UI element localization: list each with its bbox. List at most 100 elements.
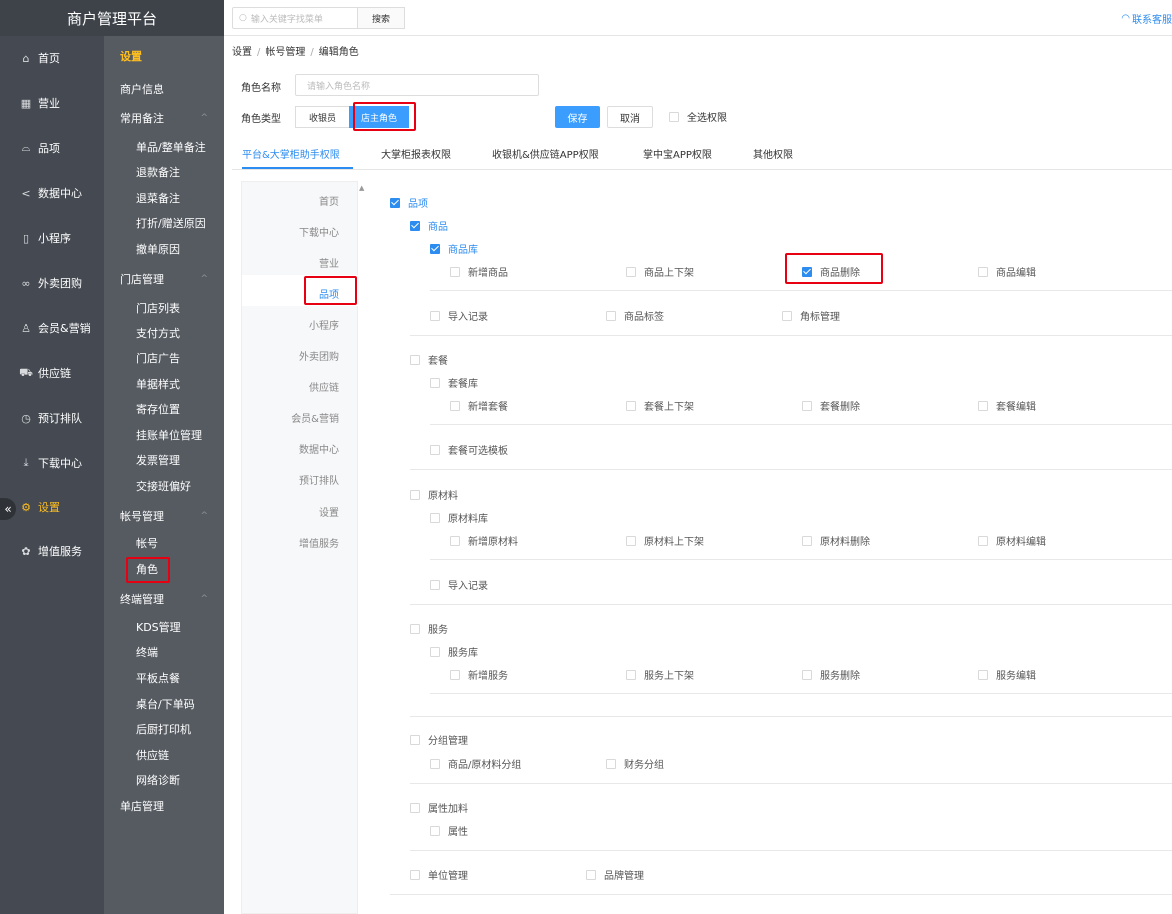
permission-checkbox[interactable]: 财务分组: [606, 756, 664, 771]
tab-other[interactable]: 其他权限: [753, 146, 793, 161]
permission-checkbox[interactable]: 新增原材料: [450, 533, 518, 548]
rail-item-2[interactable]: ⌓ 品项: [0, 138, 104, 158]
permission-checkbox[interactable]: 服务编辑: [978, 667, 1036, 682]
submenu-item-4[interactable]: 退菜备注: [104, 188, 224, 208]
submenu-item-26[interactable]: 网络诊断: [104, 770, 224, 790]
submenu-item-14[interactable]: 发票管理: [104, 450, 224, 470]
permission-checkbox[interactable]: 单位管理: [410, 867, 468, 882]
permission-checkbox[interactable]: 服务上下架: [626, 667, 694, 682]
rail-item-3[interactable]: < 数据中心: [0, 183, 104, 203]
select-all-permissions[interactable]: 全选权限: [669, 109, 727, 124]
category-item-2[interactable]: 营业: [319, 255, 339, 270]
save-button[interactable]: 保存: [555, 106, 600, 128]
permission-checkbox[interactable]: 套餐删除: [802, 398, 860, 413]
tab-pos-app[interactable]: 收银机&供应链APP权限: [492, 146, 599, 161]
permission-checkbox[interactable]: 套餐可选模板: [430, 442, 508, 457]
category-item-1[interactable]: 下载中心: [299, 224, 339, 239]
submenu-item-22[interactable]: 平板点餐: [104, 668, 224, 688]
permission-checkbox[interactable]: 品牌管理: [586, 867, 644, 882]
submenu-item-1[interactable]: 常用备注 ^: [104, 108, 224, 128]
submenu-item-0[interactable]: 商户信息: [104, 79, 224, 99]
permission-checkbox[interactable]: 服务: [410, 621, 448, 636]
submenu-item-17[interactable]: 帐号: [104, 533, 224, 553]
permission-checkbox[interactable]: 原材料上下架: [626, 533, 704, 548]
permission-checkbox[interactable]: 原材料编辑: [978, 533, 1046, 548]
permission-checkbox[interactable]: 属性: [430, 823, 468, 838]
scroll-up-icon[interactable]: ▲: [359, 184, 364, 192]
rail-item-7[interactable]: ⛟ 供应链: [0, 363, 104, 383]
permission-checkbox[interactable]: 商品库: [430, 241, 478, 256]
breadcrumb-account[interactable]: 帐号管理: [265, 47, 305, 58]
menu-search-input[interactable]: ○ 输入关键字找菜单: [232, 7, 358, 29]
category-item-10[interactable]: 设置: [319, 504, 339, 519]
permission-checkbox[interactable]: 套餐编辑: [978, 398, 1036, 413]
rail-item-5[interactable]: ∞ 外卖团购: [0, 273, 104, 293]
category-item-0[interactable]: 首页: [319, 193, 339, 208]
submenu-item-8[interactable]: 门店列表: [104, 298, 224, 318]
rail-item-8[interactable]: ◷ 预订排队: [0, 408, 104, 428]
permission-checkbox[interactable]: 商品/原材料分组: [430, 756, 521, 771]
cancel-button[interactable]: 取消: [607, 106, 653, 128]
submenu-item-16[interactable]: 帐号管理 ^: [104, 506, 224, 526]
submenu-item-20[interactable]: KDS管理: [104, 617, 224, 637]
permission-checkbox[interactable]: 套餐库: [430, 375, 478, 390]
submenu-item-27[interactable]: 单店管理: [104, 796, 224, 816]
submenu-item-24[interactable]: 后厨打印机: [104, 719, 224, 739]
submenu-item-7[interactable]: 门店管理 ^: [104, 269, 224, 289]
category-item-8[interactable]: 数据中心: [299, 441, 339, 456]
permission-checkbox[interactable]: 导入记录: [430, 308, 488, 323]
submenu-item-6[interactable]: 撤单原因: [104, 239, 224, 259]
role-name-input[interactable]: 请输入角色名称: [295, 74, 539, 96]
permission-checkbox[interactable]: 套餐上下架: [626, 398, 694, 413]
rail-item-4[interactable]: ▯ 小程序: [0, 228, 104, 248]
tab-reports[interactable]: 大掌柜报表权限: [381, 146, 451, 161]
permission-checkbox[interactable]: 属性加料: [410, 800, 468, 815]
permission-checkbox[interactable]: 新增商品: [450, 264, 508, 279]
permission-checkbox[interactable]: 分组管理: [410, 732, 468, 747]
rail-item-9[interactable]: ⤓ 下载中心: [0, 453, 104, 473]
role-type-cashier[interactable]: 收银员: [295, 106, 350, 128]
permission-checkbox[interactable]: 服务删除: [802, 667, 860, 682]
category-item-7[interactable]: 会员&营销: [291, 410, 339, 425]
permission-checkbox[interactable]: 新增服务: [450, 667, 508, 682]
rail-item-6[interactable]: ♙ 会员&营销: [0, 318, 104, 338]
submenu-item-12[interactable]: 寄存位置: [104, 399, 224, 419]
rail-item-0[interactable]: ⌂ 首页: [0, 48, 104, 68]
submenu-item-10[interactable]: 门店广告: [104, 348, 224, 368]
submenu-item-9[interactable]: 支付方式: [104, 323, 224, 343]
tab-platform[interactable]: 平台&大掌柜助手权限: [242, 146, 340, 161]
permission-checkbox[interactable]: 商品上下架: [626, 264, 694, 279]
permission-checkbox[interactable]: 品项: [390, 195, 428, 210]
category-item-5[interactable]: 外卖团购: [299, 348, 339, 363]
submenu-item-5[interactable]: 打折/赠送原因: [104, 213, 224, 233]
contact-support-link[interactable]: ◠ 联系客服: [1121, 11, 1172, 26]
submenu-item-3[interactable]: 退款备注: [104, 162, 224, 182]
category-item-4[interactable]: 小程序: [309, 317, 339, 332]
submenu-item-25[interactable]: 供应链: [104, 745, 224, 765]
tab-pocket-app[interactable]: 掌中宝APP权限: [643, 146, 712, 161]
submenu-item-11[interactable]: 单据样式: [104, 374, 224, 394]
permission-checkbox[interactable]: 套餐: [410, 352, 448, 367]
breadcrumb-settings[interactable]: 设置: [232, 47, 252, 58]
permission-checkbox[interactable]: 新增套餐: [450, 398, 508, 413]
category-item-6[interactable]: 供应链: [309, 379, 339, 394]
permission-checkbox[interactable]: 商品编辑: [978, 264, 1036, 279]
permission-checkbox[interactable]: 原材料库: [430, 510, 488, 525]
category-item-11[interactable]: 增值服务: [299, 535, 339, 550]
submenu-item-2[interactable]: 单品/整单备注: [104, 137, 224, 157]
rail-item-11[interactable]: ✿ 增值服务: [0, 541, 104, 561]
submenu-item-13[interactable]: 挂账单位管理: [104, 425, 224, 445]
permission-checkbox[interactable]: 角标管理: [782, 308, 840, 323]
permission-checkbox[interactable]: 导入记录: [430, 577, 488, 592]
submenu-item-23[interactable]: 桌台/下单码: [104, 694, 224, 714]
search-button[interactable]: 搜索: [357, 7, 405, 29]
category-item-9[interactable]: 预订排队: [299, 472, 339, 487]
permission-checkbox[interactable]: 商品标签: [606, 308, 664, 323]
permission-checkbox[interactable]: 商品: [410, 218, 448, 233]
submenu-item-15[interactable]: 交接班偏好: [104, 476, 224, 496]
permission-checkbox[interactable]: 服务库: [430, 644, 478, 659]
permission-checkbox[interactable]: 原材料: [410, 487, 458, 502]
rail-item-1[interactable]: ▦ 营业: [0, 93, 104, 113]
permission-checkbox[interactable]: 原材料删除: [802, 533, 870, 548]
submenu-item-19[interactable]: 终端管理 ^: [104, 589, 224, 609]
